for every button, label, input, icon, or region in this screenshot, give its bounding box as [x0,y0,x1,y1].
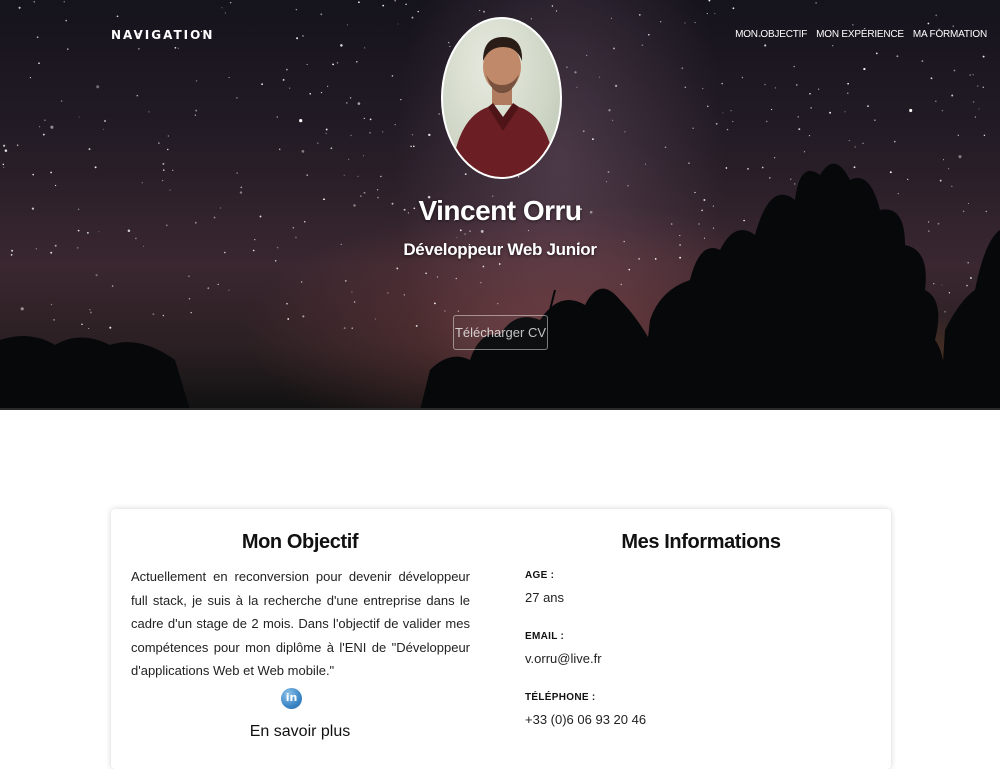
objectif-title: Mon Objectif [241,531,359,553]
top-nav: MON OBJECTIF MON EXPÉRIENCE MA FORMATION [735,29,987,40]
info-value-email[interactable]: v.orru@live.fr [525,651,602,666]
hero-name: Vincent Orru [418,195,582,226]
nav-link-ma-formation[interactable]: MA FORMATION [913,29,987,40]
hero-banner: NAVIGATION MON OBJECTIF MON EXPÉRIENCE M… [0,0,1000,410]
info-label-age: AGE : [525,570,555,581]
download-cv-button[interactable]: Télécharger CV [453,315,548,350]
info-value-age: 27 ans [525,590,565,605]
hero-divider [0,408,1000,410]
info-label-email: EMAIL : [525,631,565,642]
linkedin-icon[interactable]: in [281,688,302,709]
en-savoir-plus-link[interactable]: En savoir plus [131,723,469,741]
linkedin-icon-glyph: in [285,691,298,704]
hero-subtitle: Développeur Web Junior [403,240,597,259]
informations-title: Mes Informations [621,531,781,553]
nav-link-mon-experience[interactable]: MON EXPÉRIENCE [816,29,904,40]
profile-card: Mon Objectif Actuellement en reconversio… [111,509,891,769]
nav-link-mon-objectif[interactable]: MON OBJECTIF [735,29,807,40]
info-value-telephone[interactable]: +33 (0)6 06 93 20 46 [525,712,646,727]
profile-avatar [441,17,562,179]
info-label-telephone: TÉLÉPHONE : [525,692,596,703]
objectif-text: Actuellement en reconversion pour deveni… [131,569,470,678]
nav-brand[interactable]: NAVIGATION [111,28,214,42]
